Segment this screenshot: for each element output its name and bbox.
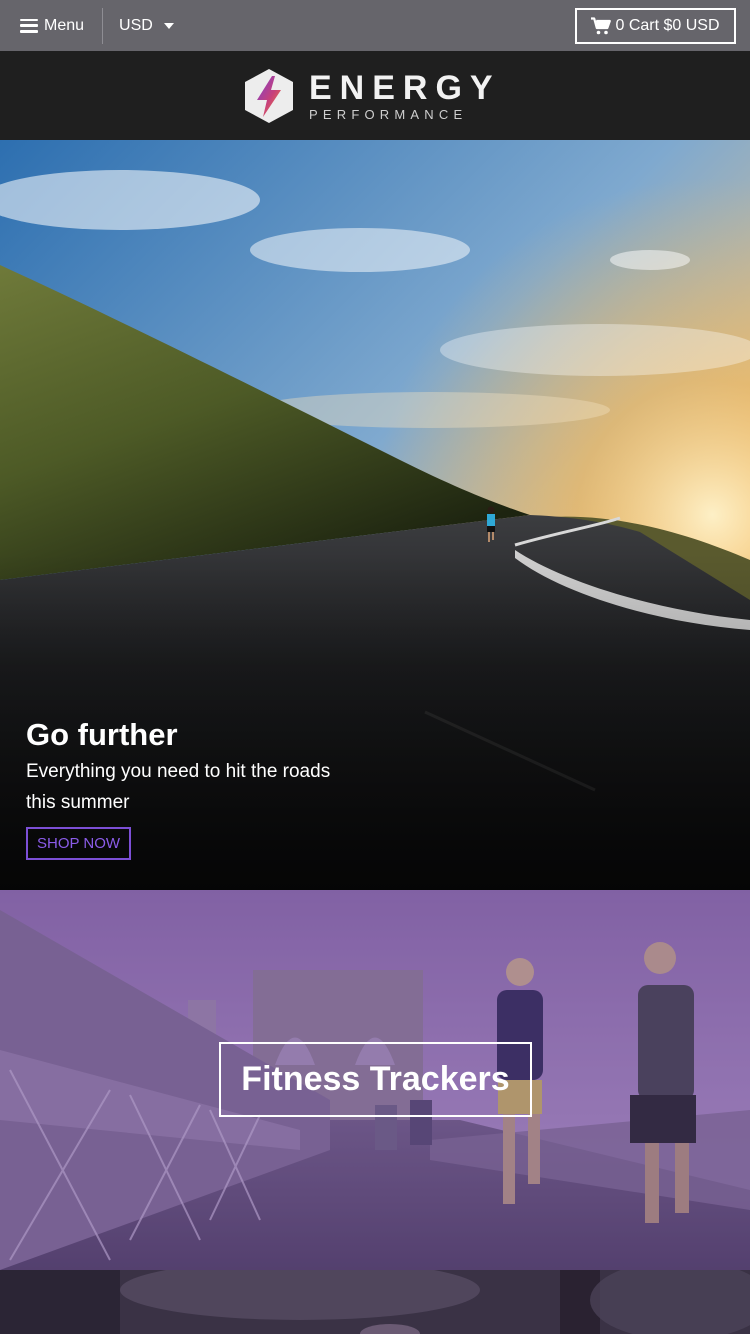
- cart-icon: [591, 17, 612, 35]
- currency-value: USD: [119, 16, 153, 34]
- currency-selector[interactable]: USD: [103, 17, 174, 35]
- fitness-trackers-button[interactable]: Fitness Trackers: [219, 1042, 532, 1117]
- brand-name: ENERGY: [309, 68, 501, 107]
- collection-banner-next[interactable]: [0, 1270, 750, 1334]
- collection-banner-fitness-trackers[interactable]: Fitness Trackers: [0, 890, 750, 1270]
- cart-button[interactable]: 0 Cart $0 USD: [575, 8, 736, 44]
- brand-tagline: PERFORMANCE: [309, 106, 468, 122]
- shop-now-button[interactable]: SHOP NOW: [26, 827, 132, 860]
- hero-banner: Go further Everything you need to hit th…: [0, 140, 750, 890]
- hamburger-icon: [20, 18, 38, 33]
- cart-label: 0 Cart $0 USD: [615, 17, 720, 34]
- hero-title: Go further: [26, 717, 178, 752]
- top-bar: Menu USD 0 Cart $0 USD: [0, 0, 750, 51]
- site-logo[interactable]: ENERGY PERFORMANCE: [243, 67, 513, 125]
- collection-image-next: [0, 1270, 750, 1334]
- hero-subtitle: Everything you need to hit the roads thi…: [26, 761, 331, 813]
- chevron-down-icon: [163, 22, 174, 29]
- menu-label: Menu: [44, 16, 85, 34]
- hero-content: Go further Everything you need to hit th…: [26, 718, 346, 860]
- menu-button[interactable]: Menu: [0, 0, 102, 51]
- site-header: ENERGY PERFORMANCE: [0, 51, 750, 140]
- energy-logo-icon: [245, 69, 293, 123]
